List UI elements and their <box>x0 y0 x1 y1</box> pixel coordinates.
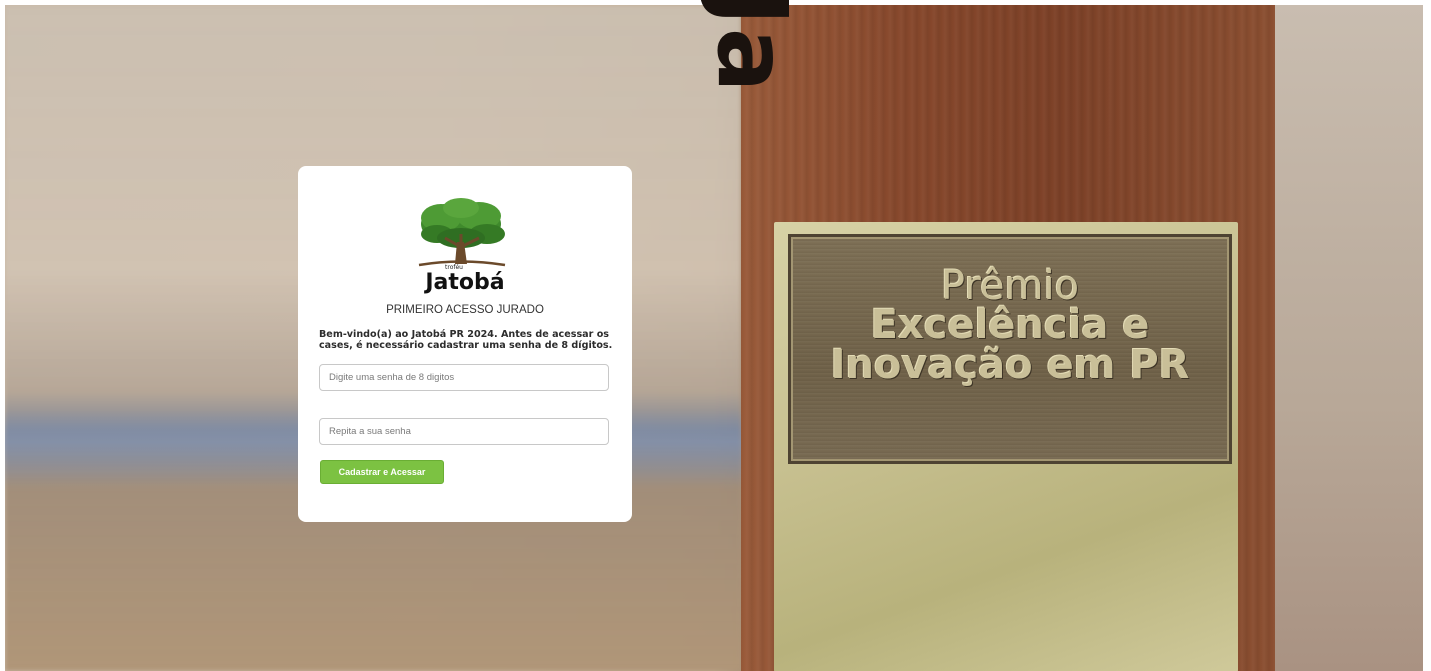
background-blur-right <box>1275 5 1423 671</box>
welcome-message: Bem-vindo(a) ao Jatobá PR 2024. Antes de… <box>319 329 613 351</box>
password-input[interactable] <box>319 364 609 391</box>
brand-name: Jatobá <box>425 270 505 295</box>
register-and-access-button[interactable]: Cadastrar e Acessar <box>320 460 444 484</box>
login-card: troféu Jatobá PRIMEIRO ACESSO JURADO Bem… <box>298 166 632 522</box>
wood-engraved-letters: Ja <box>696 0 808 95</box>
page-title: PRIMEIRO ACESSO JURADO <box>386 304 544 316</box>
plaque-line-3: Inovação em PR <box>830 342 1190 388</box>
confirm-password-input[interactable] <box>319 418 609 445</box>
